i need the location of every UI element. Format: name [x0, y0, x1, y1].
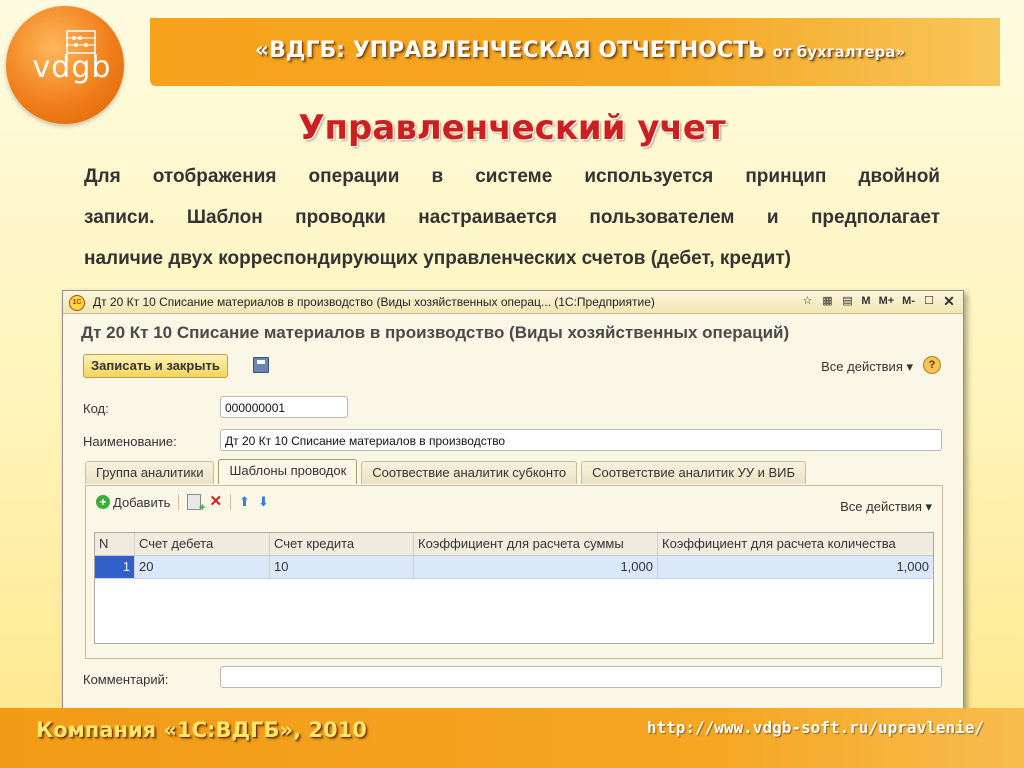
sum-coefficient-cell[interactable]: 1,000: [414, 556, 658, 578]
window-title: Дт 20 Кт 10 Списание материалов в произв…: [93, 295, 655, 309]
name-field[interactable]: Дт 20 Кт 10 Списание материалов в произв…: [220, 429, 942, 451]
add-label: Добавить: [113, 494, 171, 510]
column-header[interactable]: Коэффициент для расчета суммы: [414, 533, 658, 555]
vdgb-logo: vdgb: [6, 6, 124, 124]
column-header[interactable]: Счет дебета: [135, 533, 270, 555]
memory-button[interactable]: M: [859, 293, 872, 309]
memory-plus-button[interactable]: M+: [877, 293, 897, 309]
tab-subconto-mapping[interactable]: Соотвествие аналитик субконто: [361, 461, 578, 484]
calendar-icon[interactable]: ▤: [839, 293, 855, 309]
tab-analytics-group[interactable]: Группа аналитики: [85, 461, 215, 484]
quantity-coefficient-cell[interactable]: 1,000: [658, 556, 933, 578]
logo-text: vdgb: [32, 50, 112, 85]
column-header[interactable]: N: [95, 533, 135, 555]
form-title: Дт 20 Кт 10 Списание материалов в произв…: [81, 323, 790, 342]
toolbar-separator: [230, 494, 232, 510]
paragraph-line: записи. Шаблон проводки настраивается по…: [84, 207, 940, 228]
header-main: «ВДГБ: УПРАВЛЕНЧЕСКАЯ ОТЧЕТНОСТЬ: [254, 38, 765, 63]
copy-icon[interactable]: [187, 494, 205, 514]
column-header[interactable]: Коэффициент для расчета количества: [658, 533, 933, 555]
save-and-close-button[interactable]: Записать и закрыть: [83, 354, 228, 378]
name-label: Наименование:: [83, 434, 177, 449]
table-header: N Счет дебета Счет кредита Коэффициент д…: [95, 533, 933, 556]
posting-templates-panel: + Добавить ✕ ⬆ ⬇ Все действия ▾ N Счет д…: [85, 485, 943, 659]
debit-account-cell[interactable]: 20: [135, 556, 270, 578]
row-number[interactable]: 1: [95, 556, 135, 578]
app-1c-icon[interactable]: 1С: [69, 295, 85, 311]
code-field[interactable]: 000000001: [220, 396, 348, 418]
save-icon[interactable]: [253, 357, 269, 373]
favorite-icon[interactable]: ☆: [799, 293, 815, 309]
footer-company: Компания «1С:ВДГБ», 2010: [36, 718, 367, 742]
slide-paragraph: Для отображения операции в системе испол…: [84, 156, 940, 279]
postings-table: N Счет дебета Счет кредита Коэффициент д…: [94, 532, 934, 644]
comment-field[interactable]: [220, 666, 942, 688]
header-small: от бухгалтера»: [772, 43, 906, 61]
help-icon[interactable]: ?: [923, 356, 941, 374]
paragraph-line: наличие двух корреспондирующих управленч…: [84, 248, 791, 269]
add-button[interactable]: + Добавить: [96, 495, 170, 510]
slide-header: «ВДГБ: УПРАВЛЕНЧЕСКАЯ ОТЧЕТНОСТЬ от бухг…: [160, 38, 1000, 63]
all-actions-menu[interactable]: Все действия ▾: [821, 359, 913, 375]
table-row[interactable]: 1 20 10 1,000 1,000: [95, 556, 933, 579]
maximize-icon[interactable]: ☐: [921, 293, 937, 309]
toolbar-separator: [178, 494, 180, 510]
add-icon: +: [96, 495, 110, 509]
table-icon[interactable]: ▦: [819, 293, 835, 309]
slide-title: Управленческий учет: [298, 108, 726, 148]
paragraph-line: Для отображения операции в системе испол…: [84, 166, 940, 187]
delete-icon[interactable]: ✕: [209, 494, 222, 509]
column-header[interactable]: Счет кредита: [270, 533, 414, 555]
window-titlebar: 1С Дт 20 Кт 10 Списание материалов в про…: [63, 291, 963, 314]
panel-all-actions-menu[interactable]: Все действия ▾: [840, 499, 932, 515]
memory-minus-button[interactable]: M-: [900, 293, 917, 309]
footer-url[interactable]: http://www.vdgb-soft.ru/upravlenie/: [647, 718, 984, 737]
credit-account-cell[interactable]: 10: [270, 556, 414, 578]
move-down-icon[interactable]: ⬇: [258, 495, 269, 509]
form-window: 1С Дт 20 Кт 10 Списание материалов в про…: [62, 290, 964, 712]
comment-label: Комментарий:: [83, 672, 169, 687]
titlebar-buttons: ☆ ▦ ▤ M M+ M- ☐ ✕: [799, 293, 957, 309]
tab-uu-vib-mapping[interactable]: Соответствие аналитик УУ и ВИБ: [581, 461, 807, 484]
panel-toolbar: + Добавить ✕ ⬆ ⬇: [96, 494, 269, 514]
close-icon[interactable]: ✕: [941, 293, 957, 309]
code-label: Код:: [83, 401, 109, 416]
tab-posting-templates[interactable]: Шаблоны проводок: [218, 459, 358, 484]
tab-strip: Группа аналитики Шаблоны проводок Соотве…: [85, 459, 807, 485]
move-up-icon[interactable]: ⬆: [239, 495, 250, 509]
